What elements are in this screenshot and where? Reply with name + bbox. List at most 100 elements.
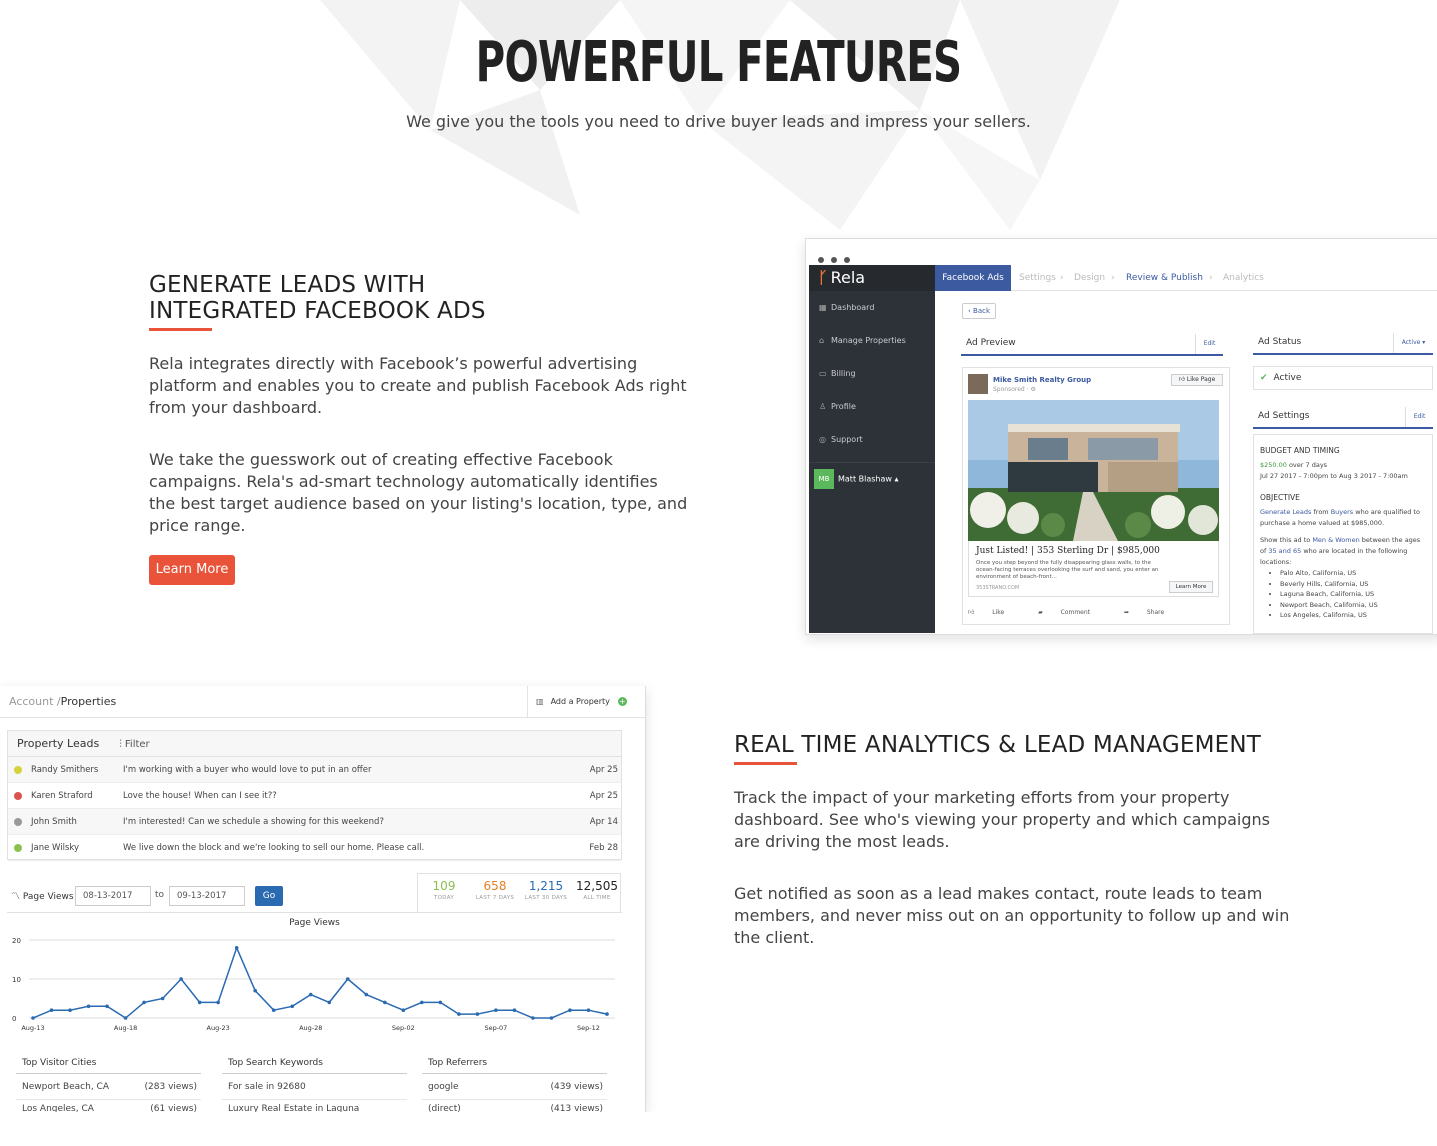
budget-line: $250.00 over 7 days	[1260, 460, 1426, 471]
table-cell-key: Luxury Real Estate in Laguna	[228, 1104, 360, 1112]
app-sidebar: ᚴ Rela ▦ Dashboard ⌂ Manage Properties ▭ Bil…	[809, 265, 935, 633]
edit-preview-button[interactable]: Edit	[1195, 334, 1223, 354]
like-label: Like	[992, 609, 1005, 616]
lead-date: Feb 28	[589, 843, 618, 853]
data-point	[438, 1000, 443, 1005]
tab-settings[interactable]: Settings	[1019, 265, 1056, 291]
lead-message: We live down the block and we're looking…	[123, 843, 425, 853]
view-stats: 109 TODAY 658 LAST 7 DAYS 1,215 LAST 30 DAY…	[417, 873, 621, 913]
objective-text-part: from	[1311, 508, 1331, 516]
billing-icon: ▭	[819, 369, 827, 378]
leads-title: Property Leads	[17, 737, 100, 750]
chevron-right-icon: ›	[1111, 273, 1115, 283]
data-point	[327, 1000, 332, 1005]
stat-value: 109	[432, 879, 456, 893]
budget-duration: over 7 days	[1286, 461, 1328, 469]
sidebar-item-manage-properties[interactable]: ⌂ Manage Properties	[809, 324, 935, 357]
table-row: Newport Beach, CA (283 views)	[16, 1078, 201, 1100]
breadcrumb: Account /Properties	[9, 695, 116, 708]
fb-page-name[interactable]: Mike Smith Realty Group	[993, 376, 1091, 384]
ad-cta-button[interactable]: Learn More	[1169, 581, 1213, 593]
tab-analytics[interactable]: Analytics	[1223, 265, 1264, 291]
user-icon: ♙	[819, 402, 827, 411]
data-point	[142, 1000, 146, 1005]
data-point	[179, 977, 183, 981]
data-point	[549, 1016, 554, 1020]
tab-design[interactable]: Design	[1074, 265, 1105, 291]
avatar: MB	[814, 469, 834, 489]
data-point	[308, 992, 313, 997]
stat-label: TODAY	[433, 895, 455, 901]
sidebar-item-dashboard[interactable]: ▦ Dashboard	[809, 291, 935, 324]
ad-link-box[interactable]: Just Listed! | 353 Sterling Dr | $985,00…	[968, 541, 1219, 597]
lead-status-dot	[14, 766, 22, 774]
table-row[interactable]: Randy Smithers I'm working with a buyer w…	[8, 757, 621, 783]
lead-message: I'm interested! Can we schedule a showin…	[123, 817, 384, 827]
sidebar-item-label: Support	[831, 435, 863, 444]
table-title: Top Search Keywords	[222, 1058, 407, 1074]
table-row[interactable]: John Smith I'm interested! Can we schedul…	[8, 809, 621, 835]
feature1-heading-line2: INTEGRATED FACEBOOK ADS	[149, 298, 486, 324]
like-action[interactable]: 👍︎ Like	[968, 609, 1020, 616]
table-row[interactable]: Jane Wilsky We live down the block and we…	[8, 835, 621, 861]
tab-facebook-ads[interactable]: Facebook Ads	[935, 265, 1011, 291]
table-cell-value: (61 views)	[150, 1104, 197, 1112]
data-point	[364, 992, 369, 997]
sidebar-item-billing[interactable]: ▭ Billing	[809, 357, 935, 390]
location-item: Newport Beach, California, US	[1280, 600, 1426, 611]
sidebar-user-menu[interactable]: MB Matt Blashaw ▴	[809, 462, 935, 489]
comment-action[interactable]: ▰ Comment	[1038, 609, 1106, 616]
stat-label: LAST 30 DAYS	[524, 895, 568, 901]
date-from-input[interactable]: 08-13-2017	[75, 886, 151, 906]
stat-today: 109 TODAY	[418, 879, 470, 901]
leads-list: Randy Smithers I'm working with a buyer w…	[8, 757, 621, 861]
table-cell-value: (439 views)	[550, 1082, 603, 1092]
x-tick-label: Sep-07	[484, 1024, 507, 1032]
brand-name: Rela	[830, 268, 866, 287]
ad-preview-title: Ad Preview	[966, 338, 1016, 348]
back-button[interactable]: ‹ Back	[962, 303, 996, 319]
learn-more-button[interactable]: Learn More	[149, 555, 235, 585]
feature2-paragraph-2: Get notified as soon as a lead makes con…	[734, 884, 1290, 947]
app-brand: ᚴ Rela	[809, 265, 935, 291]
sidebar-item-support[interactable]: ◎ Support	[809, 423, 935, 456]
stat-label: ALL TIME	[583, 895, 611, 901]
stat-all-time: 12,505 ALL TIME	[572, 879, 622, 901]
like-page-button[interactable]: 👍︎ Like Page	[1171, 374, 1223, 386]
data-point	[531, 1016, 535, 1020]
breadcrumb-properties: Properties	[60, 695, 117, 708]
targeting-ages: 35 and 65	[1268, 547, 1302, 555]
share-action[interactable]: ➦ Share	[1124, 609, 1180, 616]
stat-label: LAST 7 DAYS	[475, 895, 515, 901]
series-line	[32, 945, 608, 1019]
breadcrumb-account[interactable]: Account /	[9, 695, 61, 708]
sidebar-item-profile[interactable]: ♙ Profile	[809, 390, 935, 423]
location-item: Laguna Beach, California, US	[1280, 589, 1426, 600]
property-photo	[968, 400, 1219, 541]
edit-settings-button[interactable]: Edit	[1405, 407, 1433, 427]
table-cell-key: (direct)	[428, 1104, 461, 1112]
status-dropdown[interactable]: Active ▾	[1393, 333, 1433, 353]
thumbs-up-icon: 👍︎	[1178, 376, 1187, 383]
home-icon: ⌂	[819, 336, 825, 345]
ad-headline: Just Listed! | 353 Sterling Dr | $985,00…	[976, 546, 1160, 556]
go-button[interactable]: Go	[255, 886, 283, 906]
top-table: Top Search Keywords For sale in 92680 Luxu…	[222, 1058, 407, 1112]
x-tick-label: Sep-12	[577, 1024, 600, 1032]
back-label: Back	[973, 307, 991, 315]
date-to-input[interactable]: 09-13-2017	[169, 886, 245, 906]
add-property-button[interactable]: ▥ Add a Property +	[527, 686, 645, 717]
share-icon: ➦	[1123, 609, 1131, 616]
sponsored-label: Sponsored · ⚙	[993, 386, 1036, 393]
lead-name: Jane Wilsky	[31, 843, 80, 853]
data-point	[271, 1008, 276, 1012]
feature2-paragraph-1: Track the impact of your marketing effor…	[734, 788, 1270, 851]
budget-amount: $250.00	[1260, 461, 1287, 469]
filter-button[interactable]: ⫶ Filter	[119, 739, 149, 750]
table-title: Top Visitor Cities	[16, 1058, 201, 1074]
timing-line: Jul 27 2017 - 7:00pm to Aug 3 2017 - 7:0…	[1260, 472, 1408, 480]
data-point	[49, 1008, 54, 1012]
tab-review-publish[interactable]: Review & Publish	[1126, 265, 1203, 291]
table-row[interactable]: Karen Straford Love the house! When can I…	[8, 783, 621, 809]
dashboard-topbar: Account /Properties ▥ Add a Property +	[0, 686, 645, 718]
